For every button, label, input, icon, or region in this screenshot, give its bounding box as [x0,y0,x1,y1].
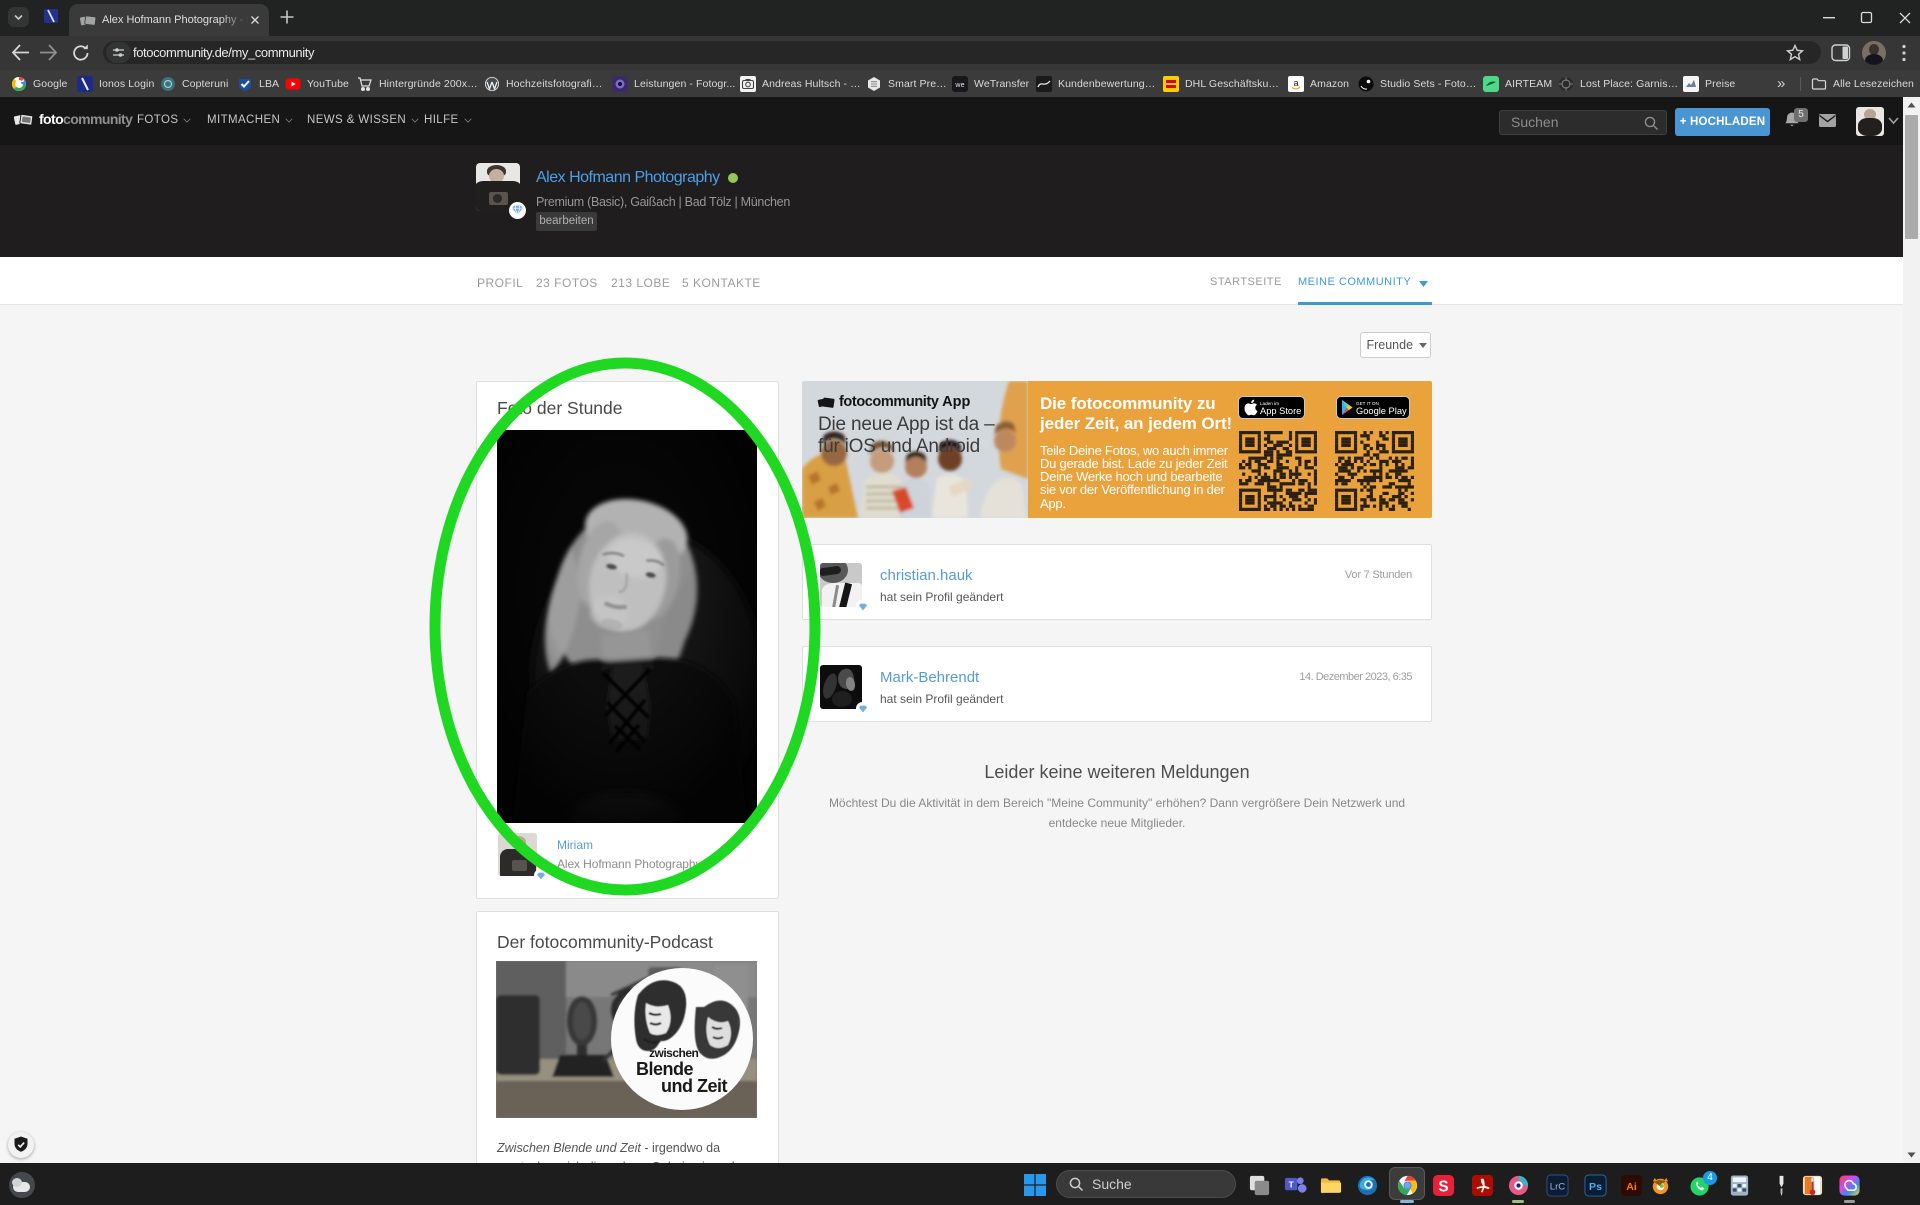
svg-text:App Store: App Store [1260,406,1301,416]
svg-text:Ps: Ps [1589,1181,1602,1193]
svg-text:a: a [1293,78,1298,88]
svg-text:Ai: Ai [1626,1181,1637,1193]
svg-text:we: we [954,82,964,89]
svg-text:und Zeit: und Zeit [661,1076,727,1096]
svg-text:LrC: LrC [1550,1181,1566,1192]
svg-text:T: T [1289,1179,1295,1189]
svg-text:S: S [1438,1178,1448,1195]
svg-text:Google Play: Google Play [1356,406,1407,416]
svg-text:zwischen: zwischen [649,1046,699,1060]
